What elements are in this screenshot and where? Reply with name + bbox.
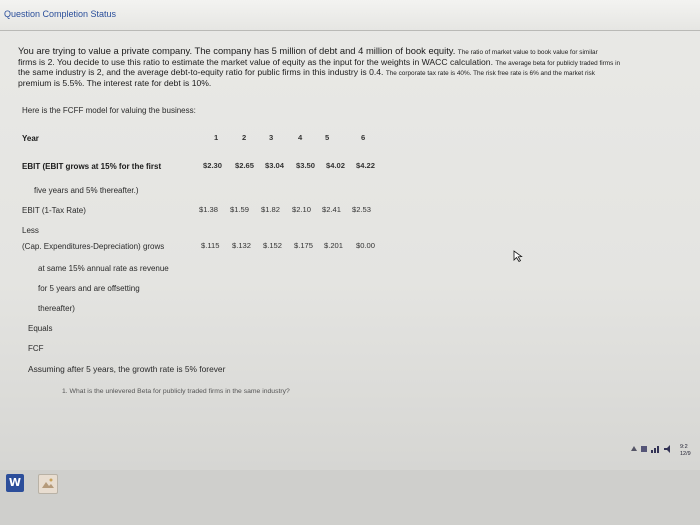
question-1-prompt: 1. What is the unlevered Beta for public… (62, 388, 290, 395)
capex-cell: $0.00 (356, 241, 376, 250)
ebit-cell: $2.30 (203, 161, 223, 170)
intro-line-3: the same industry is 2, and the average … (18, 67, 384, 77)
problem-statement: You are trying to value a private compan… (18, 46, 678, 88)
intro-small-1: The ratio of market value to book value … (457, 49, 598, 56)
fcff-intro: Here is the FCFF model for valuing the b… (22, 106, 196, 115)
intro-line-4: premium is 5.5%. The interest rate for d… (18, 77, 212, 88)
ebit-after-tax-cell: $1.82 (261, 205, 281, 214)
clock-date: 12/9 (680, 451, 691, 457)
ebit-after-tax-cell: $2.10 (292, 205, 312, 214)
ebit-cell: $3.50 (296, 161, 316, 170)
browser-content: Question Completion Status You are tryin… (0, 0, 700, 470)
intro-line-2: firms is 2. You decide to use this ratio… (18, 56, 493, 67)
capex-label-continued-1: at same 15% annual rate as revenue (38, 264, 169, 273)
tray-network-icon (641, 446, 647, 452)
ebit-after-tax-cell: $1.59 (230, 205, 250, 214)
ebit-cell: $3.04 (265, 161, 285, 170)
ebit-cell: $4.02 (326, 161, 346, 170)
picture-icon (42, 478, 54, 488)
intro-small-2: The average beta for publicly traded fir… (495, 59, 621, 67)
question-status-bar: Question Completion Status (0, 0, 700, 31)
year-cell: 3 (269, 133, 274, 142)
intro-sentence: You are trying to value a private compan… (18, 45, 456, 56)
ebit-label-continued: five years and 5% thereafter.) (34, 186, 139, 195)
year-cell: 6 (361, 133, 366, 142)
tray-arrow-icon (631, 446, 637, 451)
capex-cell: $.115 (201, 241, 220, 250)
volume-icon (664, 445, 670, 453)
ebit-after-tax-label: EBIT (1-Tax Rate) (22, 206, 86, 215)
ebit-cell: $4.22 (356, 161, 376, 170)
year-cell: 2 (242, 133, 247, 142)
less-label: Less (22, 226, 39, 235)
mouse-cursor-icon (513, 250, 523, 263)
question-text: You are trying to value a private compan… (18, 46, 686, 88)
signal-icon (657, 446, 659, 453)
intro-small-3: The corporate tax rate is 40%. The risk … (385, 70, 595, 77)
capex-label-continued-2: for 5 years and are offsetting (38, 284, 140, 293)
year-label: Year (22, 134, 39, 143)
clock-time: 9:2 (680, 444, 688, 450)
tray-icons (631, 445, 670, 453)
system-tray-icons[interactable] (630, 444, 678, 456)
capex-label-continued-3: thereafter) (38, 304, 75, 313)
capex-cell: $.152 (263, 241, 283, 250)
capex-cell: $.201 (324, 241, 344, 250)
year-cell: 4 (298, 133, 303, 142)
word-icon[interactable]: W (6, 474, 24, 492)
question-completion-status-link[interactable]: Question Completion Status (4, 9, 116, 19)
ebit-after-tax-cell: $2.53 (352, 205, 372, 214)
year-cell: 1 (214, 133, 219, 142)
fcf-label: FCF (28, 344, 44, 353)
equals-label: Equals (28, 324, 53, 333)
ebit-after-tax-cell: $1.38 (199, 205, 219, 214)
ebit-after-tax-cell: $2.41 (322, 205, 342, 214)
capex-label: (Cap. Expenditures-Depreciation) grows (22, 242, 165, 251)
system-clock[interactable]: 9:2 12/9 (680, 444, 691, 458)
year-cell: 5 (325, 133, 330, 142)
taskbar (0, 470, 700, 525)
image-viewer-icon[interactable] (38, 474, 58, 494)
ebit-label: EBIT (EBIT grows at 15% for the first (22, 162, 162, 171)
growth-assumption: Assuming after 5 years, the growth rate … (28, 364, 226, 374)
capex-cell: $.175 (294, 241, 314, 250)
capex-cell: $.132 (232, 241, 252, 250)
ebit-cell: $2.65 (235, 161, 255, 170)
